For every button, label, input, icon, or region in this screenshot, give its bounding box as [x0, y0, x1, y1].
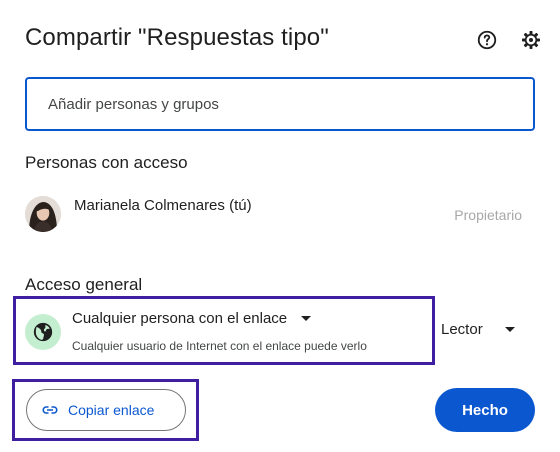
copy-link-label: Copiar enlace: [68, 402, 155, 418]
copy-link-button[interactable]: Copiar enlace: [26, 389, 186, 431]
help-circle-icon: [477, 30, 497, 50]
globe-icon-badge: [25, 314, 61, 350]
general-access-highlight: Cualquier persona con el enlace Cualquie…: [13, 296, 435, 365]
general-access-dropdown[interactable]: Cualquier persona con el enlace: [72, 310, 312, 327]
general-access-description: Cualquier usuario de Internet con el enl…: [72, 339, 367, 353]
link-icon: [42, 406, 58, 414]
help-button[interactable]: [475, 28, 499, 52]
chevron-down-icon: [301, 316, 312, 321]
general-access-heading: Acceso general: [25, 275, 143, 294]
globe-icon: [33, 322, 53, 342]
person-role: Propietario: [454, 207, 522, 223]
add-people-field[interactable]: [25, 77, 535, 131]
user-avatar: [25, 196, 61, 232]
role-label: Lector: [441, 321, 483, 338]
person-name: Marianela Colmenares (tú): [74, 197, 252, 214]
copy-link-highlight: Copiar enlace: [12, 379, 199, 441]
general-access-option: Cualquier persona con el enlace: [72, 310, 288, 327]
role-dropdown[interactable]: Lector: [441, 321, 515, 338]
chevron-down-icon: [504, 327, 515, 332]
done-button[interactable]: Hecho: [435, 388, 535, 432]
person-row: Marianela Colmenares (tú) Propietario: [25, 195, 535, 235]
people-with-access-heading: Personas con acceso: [25, 153, 188, 172]
share-dialog: Compartir "Respuestas tipo" Añadir perso…: [0, 0, 560, 452]
dialog-title: Compartir "Respuestas tipo": [25, 24, 329, 51]
add-people-input[interactable]: [27, 79, 533, 129]
gear-icon: [522, 31, 540, 49]
settings-button[interactable]: [519, 28, 543, 52]
